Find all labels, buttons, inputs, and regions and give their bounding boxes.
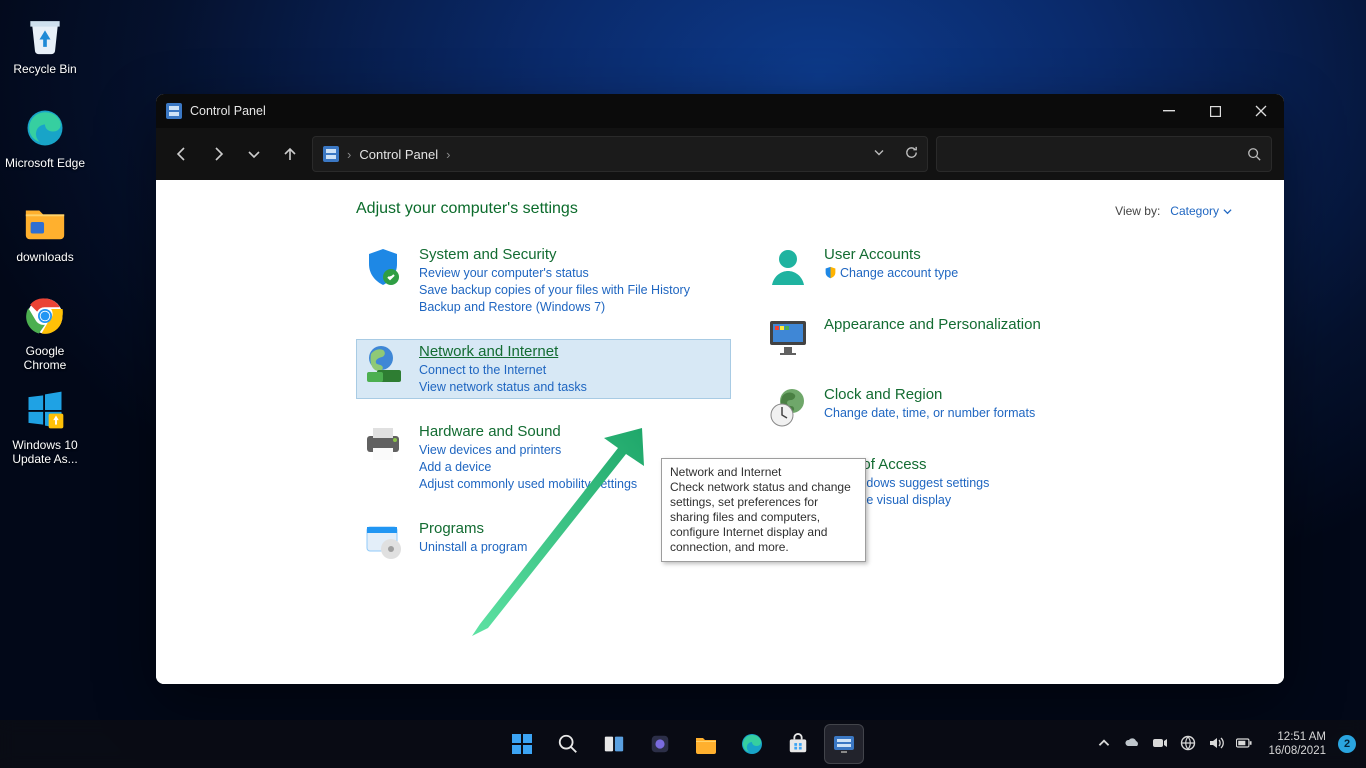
edge-icon	[21, 104, 69, 152]
content-area: Adjust your computer's settings View by:…	[156, 180, 1284, 684]
desktop-icons: Recycle Bin Microsoft Edge downloads Goo…	[4, 4, 94, 480]
maximize-button[interactable]	[1192, 94, 1238, 128]
tray-time: 12:51 AM	[1268, 730, 1326, 744]
category-title[interactable]: System and Security	[419, 245, 690, 265]
category-link[interactable]: Review your computer's status	[419, 265, 690, 282]
search-input[interactable]	[936, 136, 1272, 172]
folder-icon	[21, 198, 69, 246]
address-bar[interactable]: › Control Panel ›	[312, 136, 928, 172]
desktop-icon-downloads[interactable]: downloads	[4, 198, 86, 284]
category-clock-region[interactable]: Clock and Region Change date, time, or n…	[761, 382, 1136, 432]
tooltip-body: Check network status and change settings…	[670, 480, 857, 555]
nav-toolbar: › Control Panel ›	[156, 128, 1284, 180]
desktop-icon-label: Recycle Bin	[4, 62, 86, 76]
category-link[interactable]: Backup and Restore (Windows 7)	[419, 299, 690, 316]
control-panel-icon	[323, 146, 339, 162]
category-title[interactable]: Appearance and Personalization	[824, 315, 1041, 335]
nav-forward-button[interactable]	[204, 136, 232, 172]
shield-icon	[361, 245, 405, 289]
tooltip: Network and Internet Check network statu…	[661, 458, 866, 562]
category-link[interactable]: Change date, time, or number formats	[824, 405, 1035, 422]
breadcrumb-separator: ›	[446, 147, 450, 162]
monitor-icon	[766, 315, 810, 359]
view-by-selector: View by: Category	[1115, 204, 1232, 218]
user-icon	[766, 245, 810, 289]
category-appearance[interactable]: Appearance and Personalization	[761, 312, 1136, 362]
notification-badge[interactable]: 2	[1338, 735, 1356, 753]
category-link[interactable]: Save backup copies of your files with Fi…	[419, 282, 690, 299]
windows-update-icon	[21, 386, 69, 434]
taskbar-center	[502, 724, 864, 764]
desktop-icon-recycle-bin[interactable]: Recycle Bin	[4, 10, 86, 96]
tray-battery-icon[interactable]	[1236, 735, 1252, 754]
search-icon	[1247, 147, 1261, 161]
category-system-security[interactable]: System and Security Review your computer…	[356, 242, 731, 319]
printer-icon	[361, 422, 405, 466]
taskbar-search-button[interactable]	[548, 724, 588, 764]
start-button[interactable]	[502, 724, 542, 764]
desktop-icon-label: Microsoft Edge	[4, 156, 86, 170]
globe-network-icon	[361, 342, 405, 386]
close-button[interactable]	[1238, 94, 1284, 128]
tray-date: 16/08/2021	[1268, 744, 1326, 758]
chrome-icon	[21, 292, 69, 340]
taskbar-edge-button[interactable]	[732, 724, 772, 764]
taskbar-widgets-button[interactable]	[640, 724, 680, 764]
system-tray: 12:51 AM 16/08/2021 2	[1096, 720, 1356, 768]
category-link[interactable]: Uninstall a program	[419, 539, 527, 556]
taskbar-taskview-button[interactable]	[594, 724, 634, 764]
category-link[interactable]: Connect to the Internet	[419, 362, 587, 379]
category-title[interactable]: Hardware and Sound	[419, 422, 637, 442]
desktop-icon-label: downloads	[4, 250, 86, 264]
tray-overflow-button[interactable]	[1096, 735, 1112, 754]
recycle-bin-icon	[21, 10, 69, 58]
category-link[interactable]: Change account type	[824, 265, 958, 282]
tray-network-icon[interactable]	[1180, 735, 1196, 754]
nav-back-button[interactable]	[168, 136, 196, 172]
category-user-accounts[interactable]: User Accounts Change account type	[761, 242, 1136, 292]
view-by-label: View by:	[1115, 204, 1160, 218]
tray-volume-icon[interactable]	[1208, 735, 1224, 754]
uac-shield-icon	[824, 266, 837, 279]
category-title[interactable]: Clock and Region	[824, 385, 1035, 405]
view-by-dropdown[interactable]: Category	[1170, 204, 1232, 218]
nav-up-button[interactable]	[276, 136, 304, 172]
clock-globe-icon	[766, 385, 810, 429]
tray-clock[interactable]: 12:51 AM 16/08/2021	[1268, 730, 1326, 758]
breadcrumb-item[interactable]: Control Panel	[359, 147, 438, 162]
address-dropdown-button[interactable]	[873, 147, 885, 162]
category-network-internet[interactable]: Network and Internet Connect to the Inte…	[356, 339, 731, 399]
taskbar-explorer-button[interactable]	[686, 724, 726, 764]
category-title[interactable]: Network and Internet	[419, 342, 587, 362]
programs-icon	[361, 519, 405, 563]
tray-onedrive-icon[interactable]	[1124, 735, 1140, 754]
desktop-icon-label: Google Chrome	[4, 344, 86, 372]
category-link[interactable]: Adjust commonly used mobility settings	[419, 476, 637, 493]
desktop-icon-label: Windows 10 Update As...	[4, 438, 86, 466]
category-link[interactable]: View network status and tasks	[419, 379, 587, 396]
page-heading: Adjust your computer's settings	[356, 200, 1136, 218]
desktop-icon-win10-update[interactable]: Windows 10 Update As...	[4, 386, 86, 472]
titlebar[interactable]: Control Panel	[156, 94, 1284, 128]
refresh-button[interactable]	[904, 145, 919, 163]
nav-recent-button[interactable]	[240, 136, 268, 172]
control-panel-window: Control Panel › Control Panel › Adjust y…	[156, 94, 1284, 684]
category-link[interactable]: View devices and printers	[419, 442, 637, 459]
taskbar-store-button[interactable]	[778, 724, 818, 764]
tray-meetnow-icon[interactable]	[1152, 735, 1168, 754]
category-link[interactable]: Add a device	[419, 459, 637, 476]
desktop-icon-edge[interactable]: Microsoft Edge	[4, 104, 86, 190]
control-panel-icon	[166, 103, 182, 119]
taskbar[interactable]: 12:51 AM 16/08/2021 2	[0, 720, 1366, 768]
minimize-button[interactable]	[1146, 94, 1192, 128]
breadcrumb-separator: ›	[347, 147, 351, 162]
category-title[interactable]: Programs	[419, 519, 527, 539]
desktop-icon-chrome[interactable]: Google Chrome	[4, 292, 86, 378]
category-title[interactable]: User Accounts	[824, 245, 958, 265]
tooltip-title: Network and Internet	[670, 465, 857, 480]
window-title: Control Panel	[190, 104, 266, 118]
taskbar-control-panel-button[interactable]	[824, 724, 864, 764]
